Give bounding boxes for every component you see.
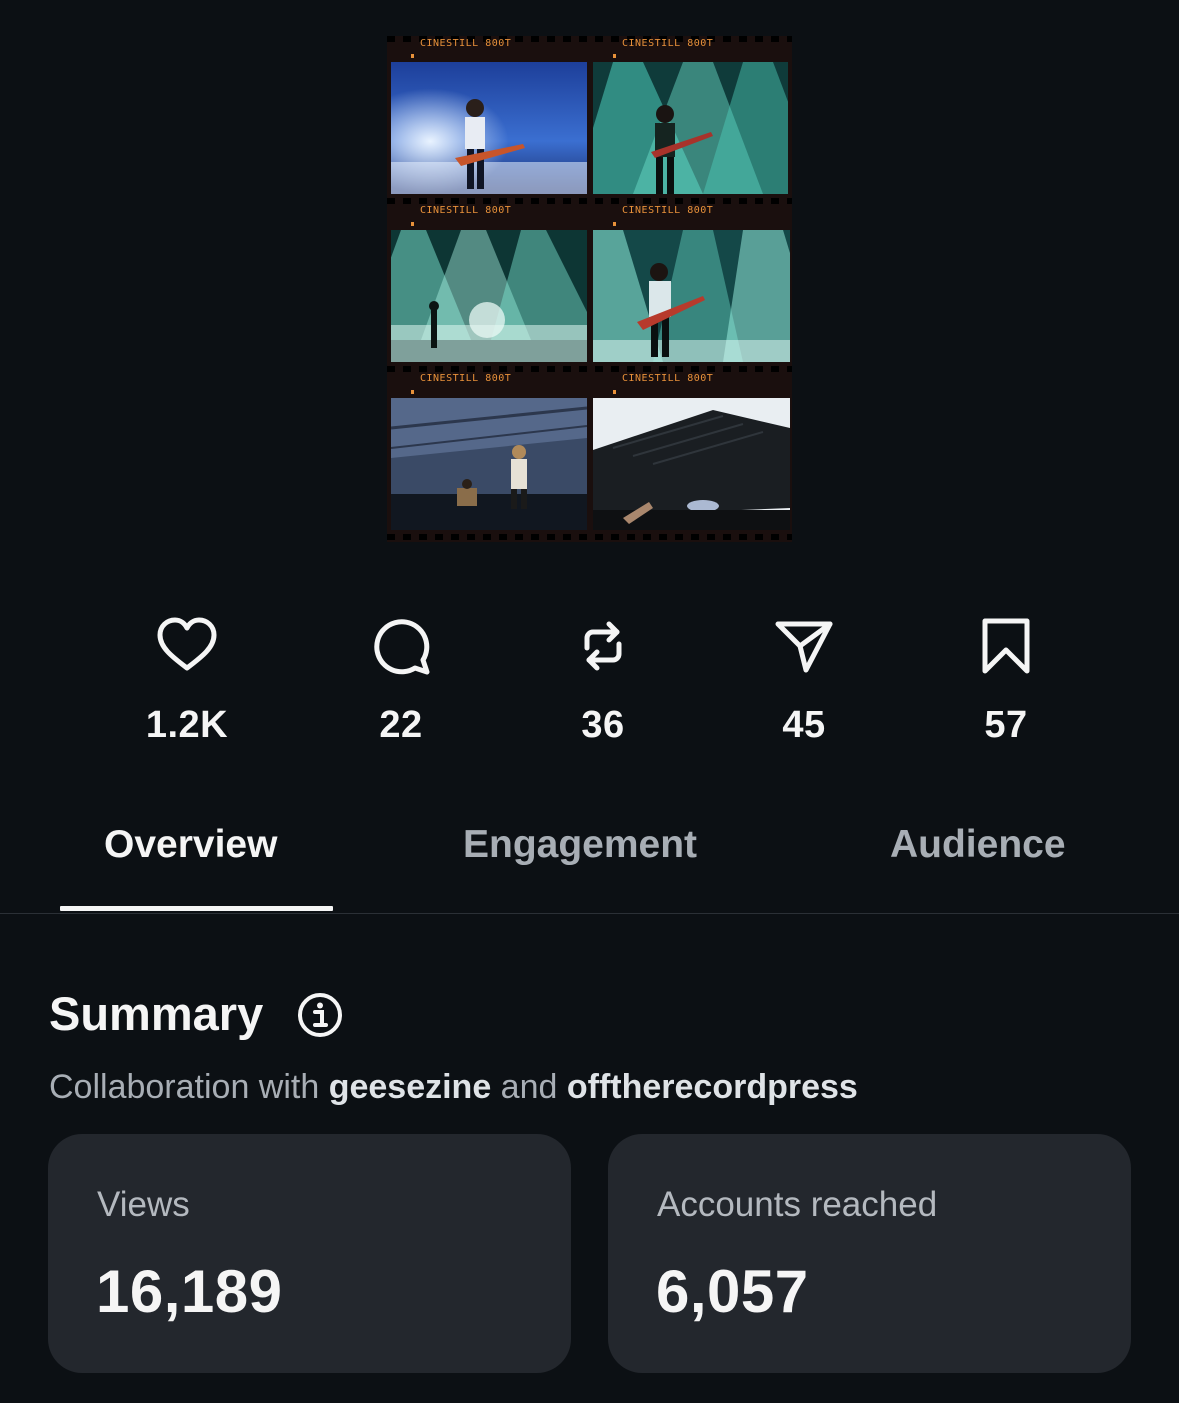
reposts-count: 36 — [581, 704, 625, 746]
post-stats-row: 1.2K 22 36 45 57 — [0, 616, 1179, 756]
frame-label: CINESTILL 800T — [622, 38, 714, 49]
frame-marker — [613, 222, 616, 226]
frame-marker — [613, 390, 616, 394]
comments-stat[interactable]: 22 — [321, 616, 481, 747]
insights-tabs: Overview Engagement Audience — [0, 795, 1179, 914]
shares-stat[interactable]: 45 — [724, 616, 884, 747]
likes-count: 1.2K — [145, 704, 229, 746]
film-sprockets — [387, 366, 792, 372]
comments-count: 22 — [379, 704, 423, 746]
frame-label: CINESTILL 800T — [622, 373, 714, 384]
tab-engagement[interactable]: Engagement — [463, 823, 697, 867]
heart-icon — [157, 617, 217, 671]
frame-marker — [613, 54, 616, 58]
active-tab-indicator — [60, 906, 333, 911]
accounts-reached-value: 6,057 — [656, 1258, 809, 1325]
likes-stat[interactable]: 1.2K — [107, 616, 267, 747]
bookmark-icon — [982, 618, 1030, 674]
views-value: 16,189 — [96, 1258, 283, 1325]
frame-marker — [411, 222, 414, 226]
film-photo-3 — [391, 230, 587, 362]
collab-user-link[interactable]: offtherecordpress — [567, 1068, 858, 1106]
post-image-contact-sheet[interactable]: CINESTILL 800T CINESTILL 800T CINESTILL … — [387, 36, 792, 542]
collab-user-link[interactable]: geesezine — [329, 1068, 492, 1106]
collaboration-line: Collaboration with geesezine and offther… — [49, 1068, 858, 1107]
frame-marker — [411, 390, 414, 394]
frame-label: CINESTILL 800T — [420, 205, 512, 216]
film-photo-5 — [391, 398, 587, 530]
shares-count: 45 — [782, 704, 826, 746]
views-card[interactable]: Views 16,189 — [48, 1134, 571, 1373]
comment-icon — [374, 619, 430, 675]
reposts-stat[interactable]: 36 — [523, 616, 683, 747]
share-icon — [775, 621, 833, 673]
frame-label: CINESTILL 800T — [420, 38, 512, 49]
film-sprockets — [387, 198, 792, 204]
collab-joiner: and — [491, 1068, 567, 1106]
info-icon[interactable] — [297, 992, 343, 1038]
accounts-reached-card[interactable]: Accounts reached 6,057 — [608, 1134, 1131, 1373]
film-sprockets — [387, 534, 792, 540]
tab-audience[interactable]: Audience — [890, 823, 1066, 867]
film-photo-2 — [593, 62, 788, 194]
accounts-reached-label: Accounts reached — [657, 1185, 938, 1224]
film-photo-1 — [391, 62, 587, 194]
film-photo-6 — [593, 398, 790, 530]
summary-heading: Summary — [49, 987, 264, 1040]
saves-count: 57 — [984, 704, 1028, 746]
frame-marker — [411, 54, 414, 58]
repost-icon — [584, 621, 622, 671]
frame-label: CINESTILL 800T — [622, 205, 714, 216]
film-photo-4 — [593, 230, 790, 362]
views-label: Views — [97, 1185, 190, 1224]
collab-prefix: Collaboration with — [49, 1068, 329, 1106]
saves-stat[interactable]: 57 — [926, 616, 1086, 747]
frame-label: CINESTILL 800T — [420, 373, 512, 384]
tab-overview[interactable]: Overview — [104, 823, 277, 867]
